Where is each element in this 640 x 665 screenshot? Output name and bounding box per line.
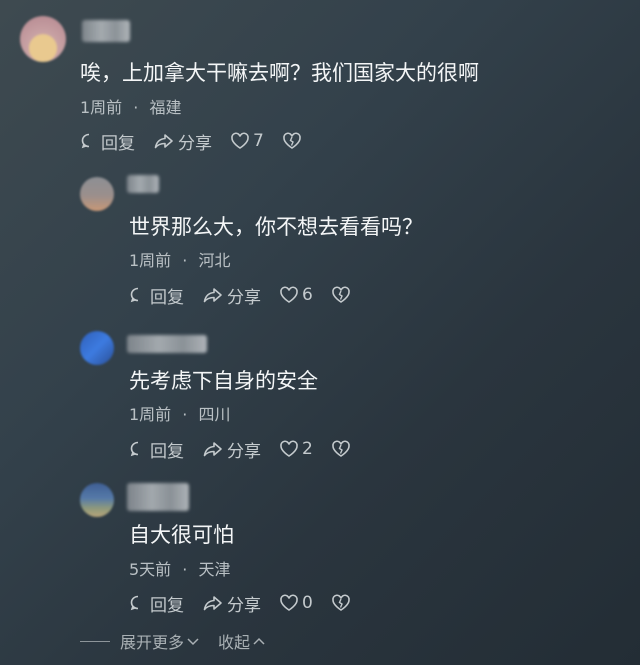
- comment-meta: 5天前 · 天津: [129, 556, 230, 580]
- share-label: 分享: [227, 595, 261, 616]
- comment-time: 1周前: [129, 251, 172, 270]
- share-arrow-icon: [154, 134, 173, 149]
- comment-actions: 回复 分享 2: [129, 437, 351, 462]
- meta-separator: ·: [182, 405, 188, 424]
- comment-meta: 1周前 · 福建: [80, 94, 181, 118]
- share-button[interactable]: 分享: [202, 591, 261, 616]
- meta-separator: ·: [182, 560, 188, 579]
- expand-label: 展开更多: [120, 633, 185, 652]
- reply-button[interactable]: 回复: [80, 129, 135, 154]
- comment-location: 四川: [198, 405, 231, 424]
- reply-label: 回复: [150, 287, 184, 308]
- comment-location: 福建: [149, 98, 182, 117]
- like-button[interactable]: 6: [279, 285, 313, 305]
- like-button[interactable]: 2: [279, 439, 313, 459]
- share-label: 分享: [178, 133, 212, 154]
- comment-time: 1周前: [80, 98, 123, 117]
- comment-bubble-icon: [81, 133, 90, 149]
- comment-time: 5天前: [129, 560, 172, 579]
- comment-bubble-icon: [130, 441, 139, 457]
- share-button[interactable]: 分享: [202, 437, 261, 462]
- dislike-button[interactable]: [331, 286, 351, 304]
- comment-actions: 回复 分享 0: [129, 591, 351, 616]
- chevron-up-icon: [253, 637, 265, 645]
- like-button[interactable]: 0: [279, 593, 313, 613]
- comment-bubble-icon: [130, 595, 139, 611]
- broken-heart-icon: [332, 440, 350, 457]
- share-arrow-icon: [203, 596, 222, 611]
- heart-icon: [231, 132, 249, 149]
- avatar[interactable]: [80, 483, 114, 517]
- like-button[interactable]: 7: [230, 131, 264, 151]
- username-blurred[interactable]: [127, 335, 207, 353]
- expand-more-button[interactable]: 展开更多: [120, 629, 200, 653]
- comment-meta: 1周前 · 河北: [129, 247, 230, 271]
- dislike-button[interactable]: [331, 440, 351, 458]
- heart-icon: [280, 594, 298, 611]
- like-count: 2: [302, 439, 313, 459]
- broken-heart-icon: [283, 132, 301, 149]
- dislike-button[interactable]: [282, 132, 302, 150]
- divider-line: [80, 640, 110, 642]
- reply-label: 回复: [150, 595, 184, 616]
- avatar[interactable]: [80, 331, 114, 365]
- comment-text: 自大很可怕: [129, 523, 234, 547]
- username-blurred[interactable]: [127, 483, 189, 511]
- comment-time: 1周前: [129, 405, 172, 424]
- replies-footer: 展开更多 收起: [80, 629, 266, 653]
- share-label: 分享: [227, 441, 261, 462]
- like-count: 7: [253, 131, 264, 151]
- comment-location: 河北: [198, 251, 231, 270]
- comment-text: 世界那么大，你不想去看看吗？: [129, 215, 423, 239]
- comment-actions: 回复 分享 7: [80, 129, 302, 154]
- like-count: 0: [302, 593, 313, 613]
- broken-heart-icon: [332, 594, 350, 611]
- comment-meta: 1周前 · 四川: [129, 401, 230, 425]
- like-count: 6: [302, 285, 313, 305]
- reply-button[interactable]: 回复: [129, 283, 184, 308]
- comment-text: 先考虑下自身的安全: [129, 369, 318, 393]
- reply-label: 回复: [150, 441, 184, 462]
- username-blurred[interactable]: [82, 20, 130, 42]
- comment-text: 唉，上加拿大干嘛去啊？我们国家大的很啊: [80, 61, 479, 85]
- dislike-button[interactable]: [331, 594, 351, 612]
- share-button[interactable]: 分享: [153, 129, 212, 154]
- heart-icon: [280, 286, 298, 303]
- reply-button[interactable]: 回复: [129, 591, 184, 616]
- share-label: 分享: [227, 287, 261, 308]
- chevron-down-icon: [187, 638, 199, 646]
- comment-bubble-icon: [130, 287, 139, 303]
- comment-actions: 回复 分享 6: [129, 283, 351, 308]
- avatar[interactable]: [20, 16, 66, 62]
- avatar[interactable]: [80, 177, 114, 211]
- share-arrow-icon: [203, 442, 222, 457]
- collapse-button[interactable]: 收起: [218, 629, 266, 653]
- collapse-label: 收起: [218, 633, 251, 652]
- share-arrow-icon: [203, 288, 222, 303]
- share-button[interactable]: 分享: [202, 283, 261, 308]
- broken-heart-icon: [332, 286, 350, 303]
- heart-icon: [280, 440, 298, 457]
- reply-button[interactable]: 回复: [129, 437, 184, 462]
- reply-label: 回复: [101, 133, 135, 154]
- meta-separator: ·: [182, 251, 188, 270]
- comment-location: 天津: [198, 560, 231, 579]
- username-blurred[interactable]: [127, 175, 159, 193]
- meta-separator: ·: [133, 98, 139, 117]
